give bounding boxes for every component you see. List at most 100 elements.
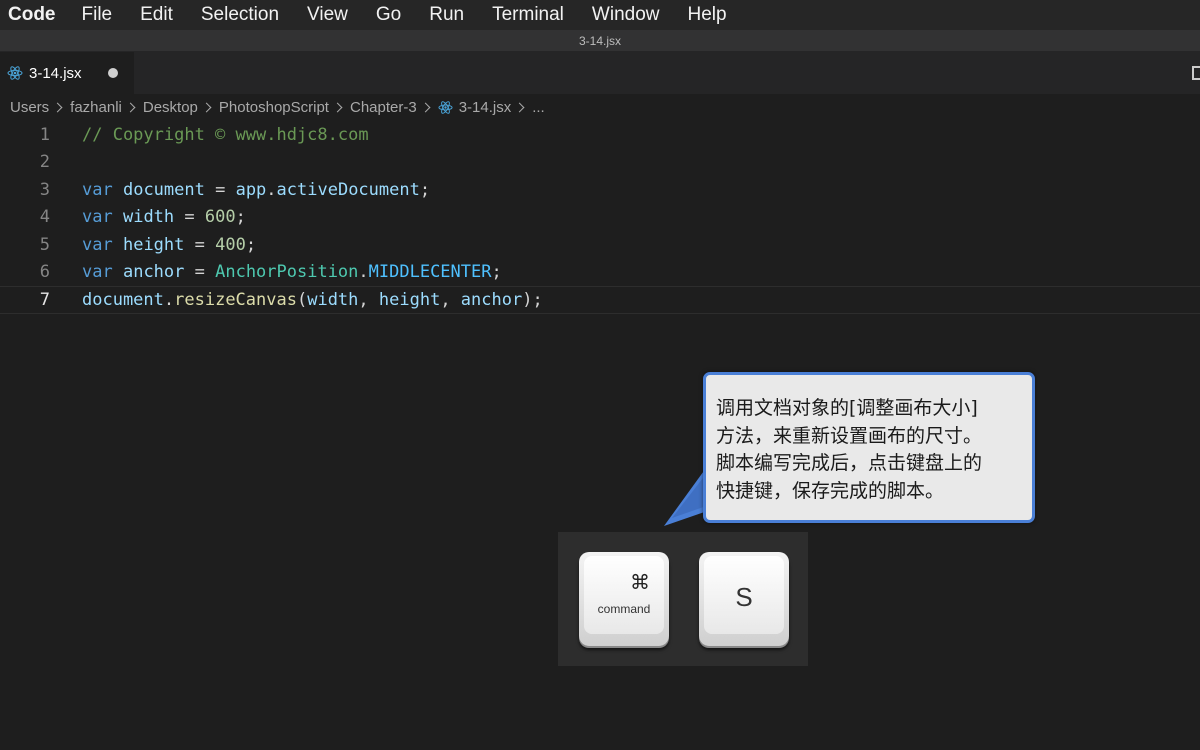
code-token: ; [491,262,502,283]
tab-bar: 3-14.jsx [0,52,1200,94]
line-number: 1 [39,124,50,145]
code-line[interactable]: 4 var width = 600; [0,204,1200,232]
menu-file[interactable]: File [68,0,127,30]
menu-go[interactable]: Go [362,0,415,30]
menu-run[interactable]: Run [415,0,478,30]
breadcrumb-chapter-3[interactable]: Chapter-3 [350,99,417,116]
code-token: ( [296,289,308,310]
code-line[interactable]: 3 var document = app.activeDocument; [0,176,1200,204]
chevron-right-icon [332,102,343,113]
code-line[interactable]: 6 var anchor = AnchorPosition.MIDDLECENTE… [0,259,1200,287]
command-key-label: command [597,602,651,616]
code-token: var [82,179,113,200]
code-token: document [122,179,205,200]
callout-line: 调用文档对象的[调整画布大小] [716,397,978,419]
code-line[interactable]: 2 [0,149,1200,177]
code-token: width [307,289,359,310]
code-line[interactable]: 5 var height = 400; [0,231,1200,259]
callout-line: 方法，来重新设置画布的尺寸。 [716,424,983,447]
breadcrumb-photoshopscript[interactable]: PhotoshopScript [219,99,329,116]
code-token: height [378,289,441,310]
code-token: ); [522,289,543,310]
menu-app-code[interactable]: Code [0,0,68,30]
breadcrumb-users[interactable]: Users [10,99,49,116]
line-number: 7 [39,289,50,310]
code-token: document [82,289,164,310]
code-line[interactable]: 7 document.resizeCanvas(width, height, an… [0,286,1200,314]
unsaved-dot-icon[interactable] [108,68,118,78]
chevron-right-icon [52,102,63,113]
breadcrumb-more[interactable]: ... [532,99,545,116]
code-token: = [184,234,216,255]
code-token: app [235,179,267,200]
code-text[interactable]: var anchor = AnchorPosition.MIDDLECENTER… [82,262,502,282]
code-token: AnchorPosition [215,262,359,283]
instruction-callout: 调用文档对象的[调整画布大小] 方法，来重新设置画布的尺寸。 脚本编写完成后，点… [703,372,1035,523]
s-key: S [699,552,789,646]
callout-line: 快捷键，保存完成的脚本。 [716,479,945,502]
chevron-right-icon [201,102,212,113]
breadcrumb: Users fazhanli Desktop PhotoshopScript C… [0,94,1200,121]
code-token: ; [419,179,431,200]
line-number: 5 [39,234,50,255]
tab-label: 3-14.jsx [29,64,82,82]
code-token: resizeCanvas [174,289,297,310]
code-token: anchor [460,289,523,310]
menu-bar: Code File Edit Selection View Go Run Ter… [0,0,1200,30]
code-token: . [358,262,369,283]
react-icon [438,100,453,115]
line-number: 4 [39,207,50,228]
code-token: 600 [204,207,236,228]
split-editor-icon[interactable] [1192,66,1200,80]
menu-view[interactable]: View [293,0,362,30]
breadcrumb-desktop[interactable]: Desktop [143,99,198,116]
code-text[interactable]: // Copyright © www.hdjc8.com [82,125,369,145]
code-token: var [82,234,113,255]
menu-terminal[interactable]: Terminal [478,0,578,30]
code-line[interactable]: 1 // Copyright © www.hdjc8.com [0,121,1200,149]
code-token: , [440,289,461,310]
menu-selection[interactable]: Selection [187,0,293,30]
chevron-right-icon [514,102,525,113]
menu-help[interactable]: Help [674,0,741,30]
code-token: // Copyright © www.hdjc8.com [82,124,369,145]
react-icon [7,65,23,81]
code-token: ; [245,234,257,255]
code-token: width [122,207,175,228]
line-number: 2 [39,152,50,173]
code-text[interactable]: var width = 600; [82,207,246,227]
window-title: 3-14.jsx [578,33,622,48]
code-token: anchor [122,262,185,283]
code-text[interactable]: var document = app.activeDocument; [82,180,430,200]
menu-edit[interactable]: Edit [126,0,187,30]
tab-3-14-jsx[interactable]: 3-14.jsx [0,52,134,94]
breadcrumb-file[interactable]: 3-14.jsx [459,99,512,116]
code-token: MIDDLECENTER [368,262,492,283]
line-number: 3 [39,179,50,200]
code-token: 400 [215,234,246,255]
menu-window[interactable]: Window [578,0,674,30]
code-text[interactable]: document.resizeCanvas(width, height, anc… [82,290,543,310]
code-token: var [82,207,113,228]
code-text[interactable]: var height = 400; [82,235,256,255]
code-token: ; [235,207,246,228]
command-key: ⌘ command [579,552,669,646]
chevron-right-icon [125,102,136,113]
window-title-bar: 3-14.jsx [0,30,1200,52]
code-token: , [358,289,379,310]
code-token: = [204,179,236,200]
line-number: 6 [39,262,50,283]
breadcrumb-fazhanli[interactable]: fazhanli [70,99,122,116]
keyboard-shortcut-panel: ⌘ command S [558,532,808,666]
code-token: activeDocument [276,179,420,200]
code-token: . [266,179,277,200]
command-icon: ⌘ [630,570,650,594]
code-token: . [163,289,175,310]
code-token: var [82,262,113,283]
code-token: = [174,207,205,228]
callout-line: 脚本编写完成后，点击键盘上的 [716,452,983,474]
